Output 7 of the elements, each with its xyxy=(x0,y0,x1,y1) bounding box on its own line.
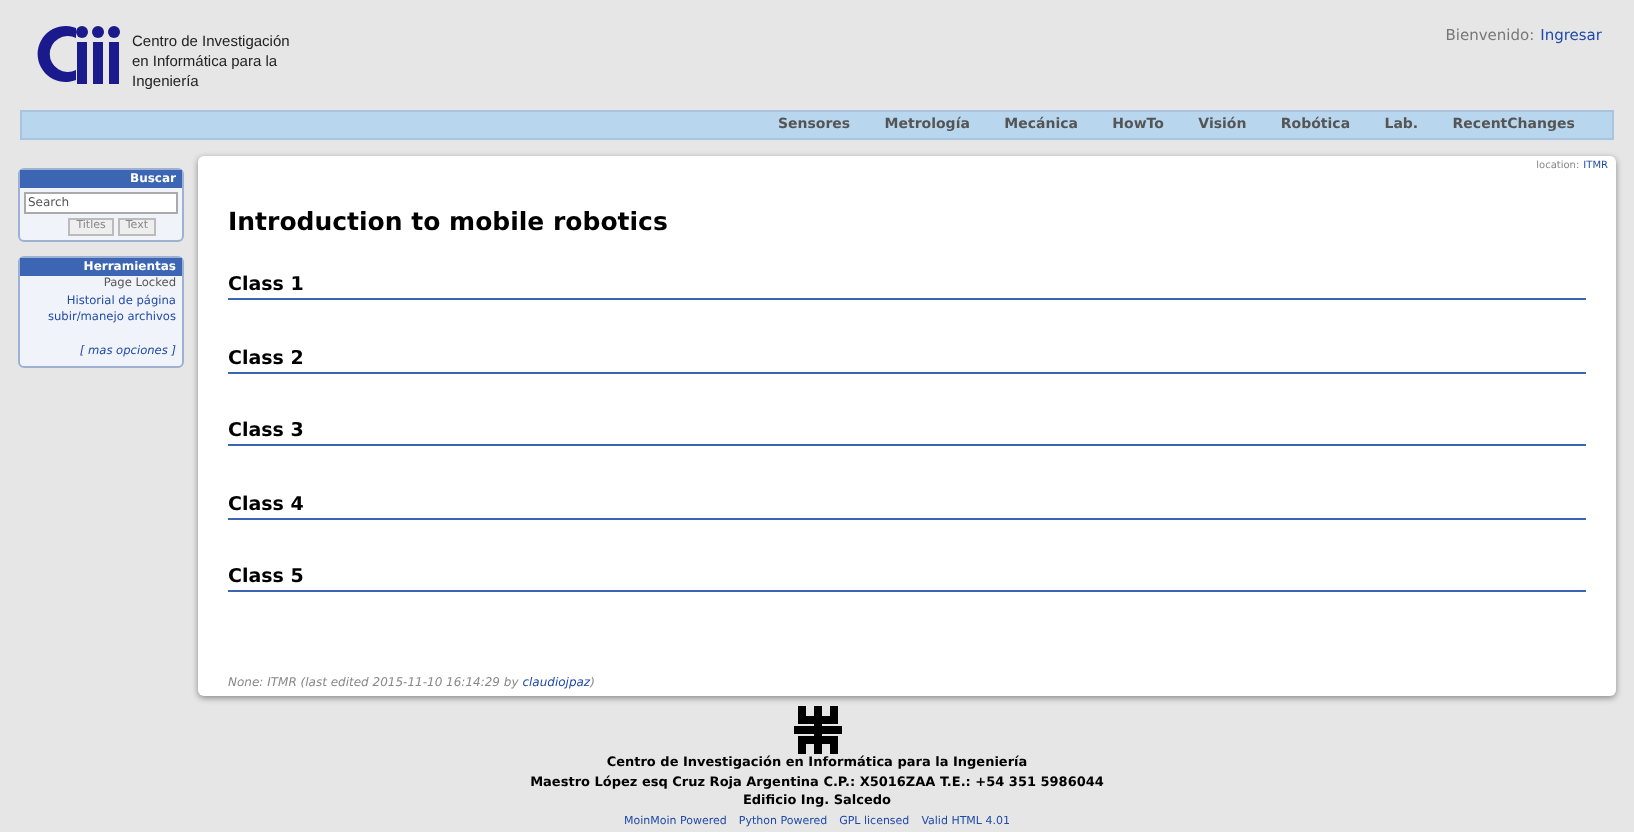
section-heading: Class 2 xyxy=(228,345,1586,374)
university-logo-icon xyxy=(793,706,841,754)
section-heading: Class 5 xyxy=(228,564,1586,593)
section-heading: Class 1 xyxy=(228,272,1586,301)
page-title: Introduction to mobile robotics xyxy=(228,203,670,239)
section-heading: Class 4 xyxy=(228,491,1586,520)
section-heading: Class 3 xyxy=(228,418,1586,447)
